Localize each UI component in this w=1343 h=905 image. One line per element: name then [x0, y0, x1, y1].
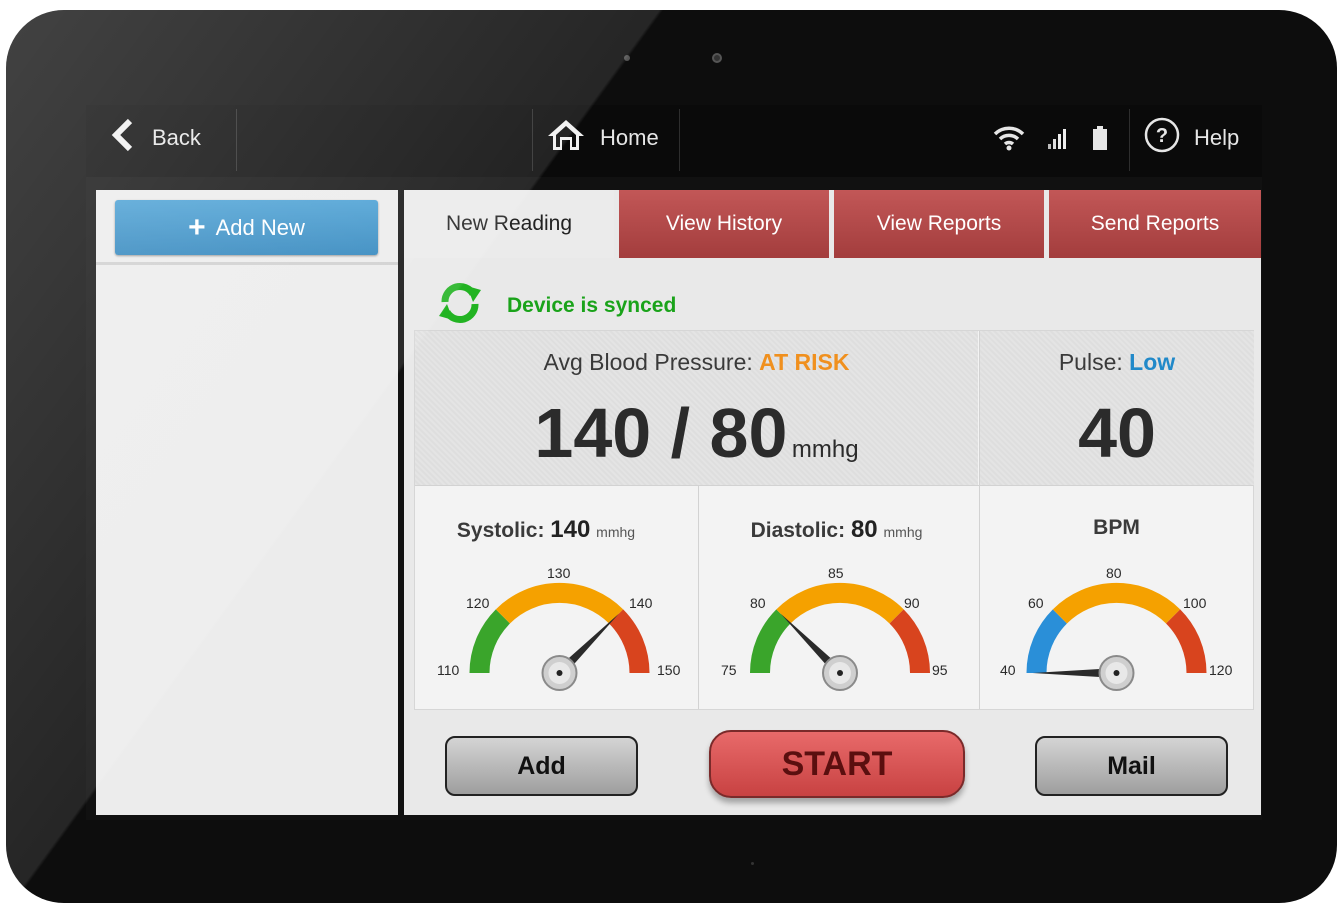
gauge-tick-label: 150	[657, 662, 681, 678]
sidebar: + Add New	[96, 190, 398, 815]
gauge-tick-label: 75	[721, 662, 737, 678]
gauge-tick-label: 80	[1106, 565, 1122, 581]
pulse-label: Pulse:	[1058, 349, 1123, 375]
readings-card: Avg Blood Pressure: AT RISK 140 / 80 mmh…	[414, 330, 1254, 710]
help-button[interactable]: ? Help	[1144, 105, 1239, 171]
gauge-hub-pin	[556, 670, 563, 676]
tab-label: Send Reports	[1090, 212, 1220, 235]
systolic-gauge: Systolic: 140 mmhg 110 120 130 140 150	[415, 486, 698, 709]
divider	[679, 109, 680, 171]
gauge-tick-label: 90	[904, 595, 920, 611]
pulse-status: Low	[1129, 349, 1176, 375]
start-button[interactable]: START	[709, 730, 965, 798]
gauge-hub-pin	[1113, 670, 1120, 676]
mail-label: Mail	[1107, 751, 1156, 780]
screen: Back Home ? Help + Add New New Reading V…	[86, 105, 1262, 820]
gauge-band-2	[889, 609, 931, 674]
top-bar: Back Home ? Help	[86, 105, 1262, 177]
add-new-label: Add New	[215, 214, 305, 240]
gauge-band-1	[495, 583, 624, 624]
sync-icon	[437, 282, 483, 329]
divider	[532, 109, 533, 171]
pulse-heading: Pulse: Low	[980, 349, 1254, 376]
bp-value: 140 / 80	[534, 394, 788, 472]
tab-label: View Reports	[876, 212, 1002, 235]
add-button[interactable]: Add	[445, 736, 638, 796]
back-button[interactable]: Back	[110, 105, 201, 171]
gauge-hub-pin	[837, 670, 843, 676]
gauge-band-0	[469, 609, 511, 674]
gauge-tick-label: 60	[1028, 595, 1044, 611]
home-label: Home	[600, 125, 659, 150]
gauge-tick-label: 120	[1209, 662, 1233, 678]
bp-unit: mmhg	[791, 436, 859, 463]
gauge-band-1	[776, 583, 904, 624]
gauge-tick-label: 80	[750, 595, 766, 611]
gauge-tick-label: 140	[629, 595, 653, 611]
tab-new-reading[interactable]: New Reading	[404, 190, 614, 258]
home-button[interactable]: Home	[546, 105, 659, 171]
gauge-band-0	[1026, 609, 1068, 674]
pulse-summary: Pulse: Low 40	[979, 331, 1254, 485]
gauge-tick-label: 95	[932, 662, 948, 678]
plus-icon: +	[188, 210, 206, 244]
add-label: Add	[517, 751, 566, 780]
gauge-tick-label: 120	[466, 595, 490, 611]
bpm-gauge: BPM 40 60 80 100 120	[980, 486, 1253, 709]
gauge-band-0	[749, 609, 791, 674]
divider	[236, 109, 237, 171]
add-new-button[interactable]: + Add New	[115, 200, 378, 255]
proximity-sensor	[624, 55, 630, 61]
gauge-tick-label: 40	[1000, 662, 1016, 678]
gauge-band-2	[1165, 609, 1207, 674]
gauge-tick-label: 85	[828, 565, 844, 581]
gauge-band-1	[1052, 583, 1181, 624]
front-camera	[712, 53, 722, 63]
sync-status-label: Device is synced	[507, 293, 677, 317]
start-label: START	[781, 744, 893, 783]
gauge-tick-label: 100	[1183, 595, 1207, 611]
diastolic-gauge: Diastolic: 80 mmhg 75 80 85 90 95	[699, 486, 979, 709]
back-label: Back	[152, 125, 201, 150]
pulse-value: 40	[1078, 394, 1156, 472]
tablet-frame: Back Home ? Help + Add New New Reading V…	[6, 10, 1337, 903]
signal-icon	[1046, 105, 1072, 171]
battery-icon	[1092, 105, 1108, 171]
tab-label: View History	[665, 212, 783, 235]
bp-status: AT RISK	[759, 349, 850, 375]
gauge-band-2	[608, 609, 650, 674]
wifi-icon	[992, 105, 1026, 171]
tab-view-history[interactable]: View History	[619, 190, 829, 258]
gauge-tick-label: 130	[547, 565, 571, 581]
chevron-left-icon	[110, 118, 136, 158]
blood-pressure-summary: Avg Blood Pressure: AT RISK 140 / 80 mmh…	[415, 331, 978, 485]
home-sensor-dot	[751, 862, 754, 865]
divider	[96, 262, 398, 265]
help-icon: ?	[1144, 117, 1180, 159]
help-label: Help	[1194, 125, 1240, 150]
bp-label: Avg Blood Pressure:	[543, 349, 753, 375]
tab-send-reports[interactable]: Send Reports	[1049, 190, 1261, 258]
bp-heading: Avg Blood Pressure: AT RISK	[415, 349, 978, 376]
tab-label: New Reading	[445, 212, 573, 235]
home-icon	[546, 118, 586, 158]
mail-button[interactable]: Mail	[1035, 736, 1228, 796]
main-panel: New Reading View History View Reports Se…	[404, 190, 1261, 815]
bp-reading: 140 / 80 mmhg	[415, 393, 978, 473]
tab-view-reports[interactable]: View Reports	[834, 190, 1044, 258]
divider	[1129, 109, 1130, 171]
gauge-tick-label: 110	[437, 662, 460, 678]
sync-status: Device is synced	[437, 282, 676, 329]
svg-text:?: ?	[1156, 125, 1168, 147]
